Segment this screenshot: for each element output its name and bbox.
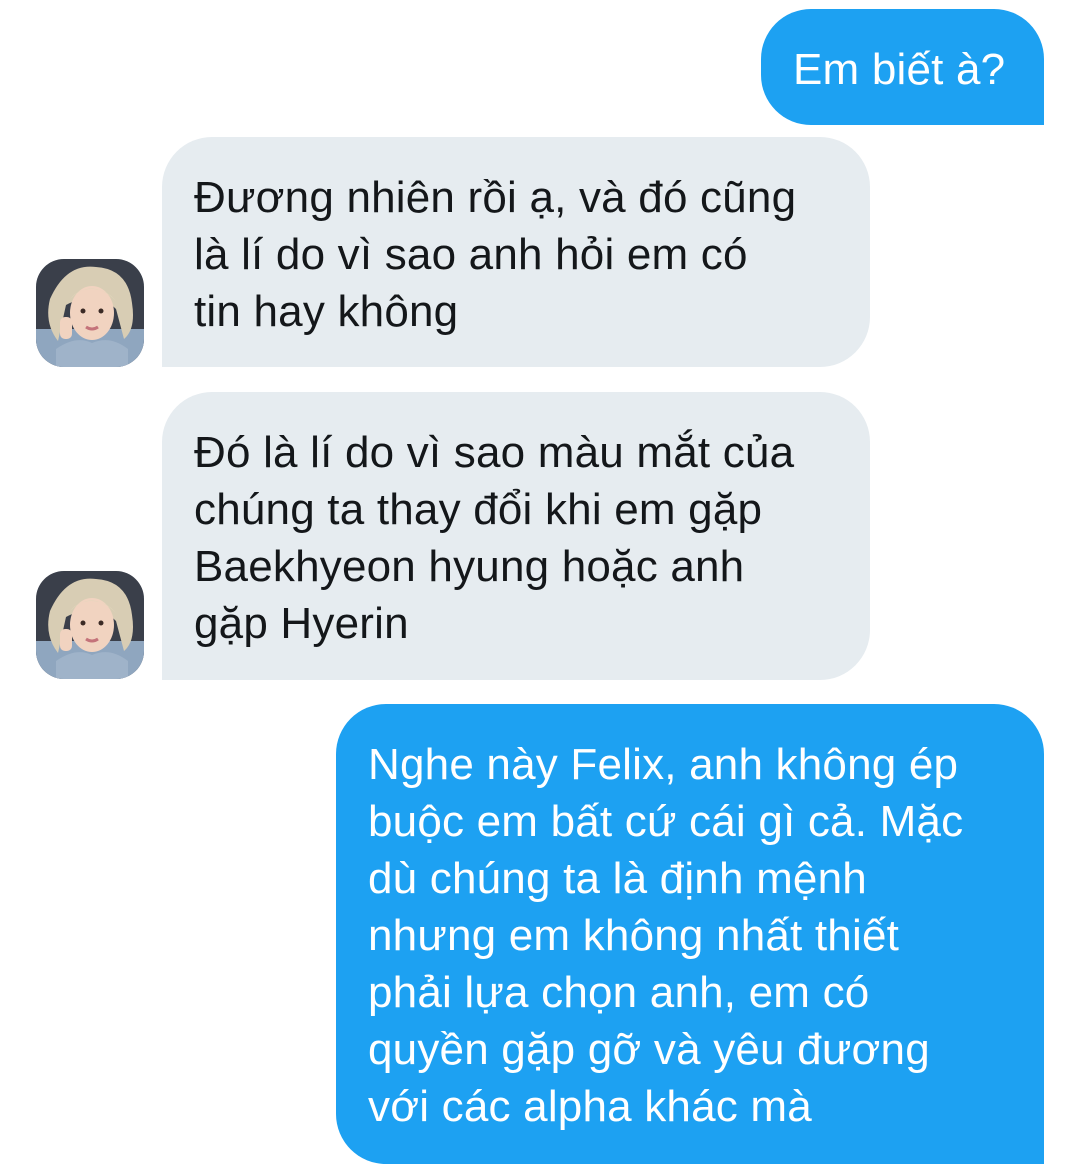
contact-avatar[interactable] (36, 259, 144, 367)
avatar-photo-icon (36, 259, 144, 367)
received-message-bubble[interactable]: Đó là lí do vì sao màu mắt của chúng ta … (162, 392, 870, 680)
contact-avatar[interactable] (36, 571, 144, 679)
received-message-bubble[interactable]: Đương nhiên rồi ạ, và đó cũng là lí do v… (162, 137, 870, 367)
sent-message-bubble[interactable]: Em biết à? (761, 9, 1044, 125)
avatar-photo-icon (36, 571, 144, 679)
sent-message-bubble[interactable]: Nghe này Felix, anh không ép buộc em bất… (336, 704, 1044, 1164)
